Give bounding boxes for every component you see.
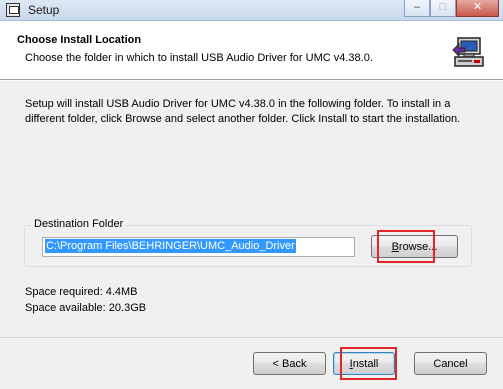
page-title: Choose Install Location — [17, 34, 142, 46]
app-icon — [6, 3, 20, 17]
window-controls: – □ ✕ — [404, 0, 499, 17]
browse-label-rest: rowse... — [398, 240, 438, 253]
destination-folder-group: Destination Folder C:\Program Files\BEHR… — [24, 218, 472, 267]
space-available: Space available: 20.3GB — [25, 302, 147, 314]
back-button[interactable]: < Back — [253, 352, 326, 375]
wizard-header: Choose Install Location Choose the folde… — [0, 22, 503, 80]
browse-button[interactable]: Browse... — [371, 235, 458, 258]
browse-label-accel: B — [391, 240, 399, 253]
destination-path-value: C:\Program Files\BEHRINGER\UMC_Audio_Dri… — [45, 239, 296, 253]
wizard-content: Setup will install USB Audio Driver for … — [0, 81, 503, 338]
wizard-footer: < Back Install Cancel — [0, 338, 503, 389]
install-label-rest: nstall — [352, 357, 379, 370]
maximize-button[interactable]: □ — [430, 0, 456, 17]
install-button[interactable]: Install — [333, 352, 395, 375]
destination-folder-label: Destination Folder — [31, 218, 127, 230]
destination-path-input[interactable]: C:\Program Files\BEHRINGER\UMC_Audio_Dri… — [42, 237, 355, 257]
close-button[interactable]: ✕ — [456, 0, 499, 17]
space-required: Space required: 4.4MB — [25, 286, 138, 298]
minimize-button[interactable]: – — [404, 0, 430, 17]
install-description: Setup will install USB Audio Driver for … — [25, 98, 461, 125]
installer-computer-icon — [452, 37, 484, 67]
window-titlebar[interactable]: Setup – □ ✕ — [0, 0, 503, 21]
page-subtitle: Choose the folder in which to install US… — [25, 52, 373, 64]
window-title: Setup — [28, 3, 60, 17]
cancel-button[interactable]: Cancel — [414, 352, 487, 375]
